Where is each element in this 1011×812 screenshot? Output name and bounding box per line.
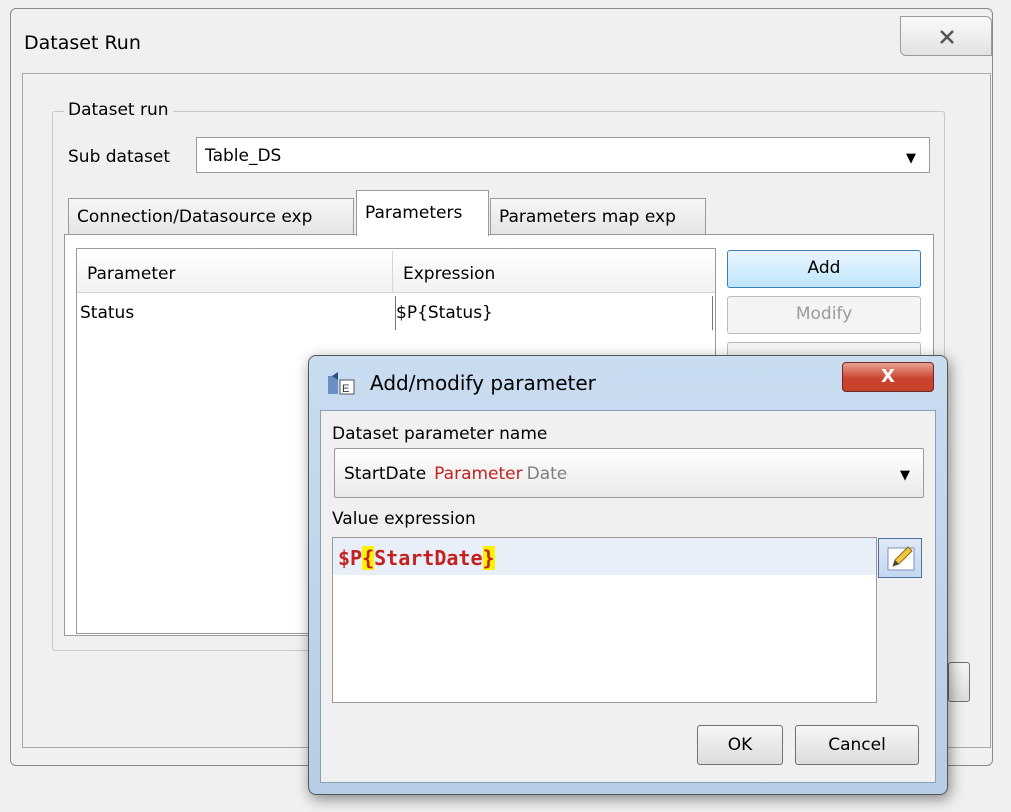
group-label: Dataset run [64, 100, 173, 120]
add-button[interactable]: Add [727, 250, 921, 288]
tab-parameters-map[interactable]: Parameters map exp [490, 198, 706, 234]
dropdown-arrow-icon[interactable]: ▼ [906, 151, 916, 166]
svg-text:E: E [342, 383, 349, 395]
value-expression-label: Value expression [332, 509, 476, 529]
parameter-app-icon: E [326, 372, 356, 398]
cell-divider [712, 296, 713, 330]
dropdown-arrow-icon[interactable]: ▼ [900, 468, 910, 483]
parameter-name: StartDate [344, 464, 427, 484]
expression-body: StartDate [374, 546, 483, 570]
ok-button[interactable]: OK [697, 725, 783, 765]
inner-dialog-title: Add/modify parameter [370, 371, 596, 395]
table-cell-expression[interactable]: $P{Status} [396, 303, 493, 323]
column-header-parameter[interactable]: Parameter [77, 251, 393, 293]
dialog-title: Dataset Run [24, 32, 141, 54]
close-icon [940, 30, 954, 44]
tab-parameters[interactable]: Parameters [356, 190, 489, 236]
table-cell-parameter[interactable]: Status [80, 303, 134, 323]
expression-close-brace: } [482, 546, 495, 570]
column-header-expression[interactable]: Expression [393, 251, 715, 293]
outer-dialog-button[interactable] [948, 662, 970, 702]
parameter-kind: Parameter [434, 464, 523, 484]
close-icon: X [881, 366, 895, 387]
cancel-button[interactable]: Cancel [795, 725, 919, 765]
expression-open-brace: { [362, 546, 375, 570]
pencil-icon [887, 546, 915, 571]
expression-text: $P{StartDate} [338, 546, 495, 570]
expression-prefix: $P [338, 546, 363, 570]
sub-dataset-label: Sub dataset [68, 147, 171, 167]
expression-editor-button[interactable] [878, 538, 922, 578]
parameter-type: Date [526, 464, 568, 484]
dialog-close-button[interactable] [900, 16, 992, 56]
sub-dataset-select[interactable] [196, 137, 930, 173]
dataset-parameter-value: StartDate Parameter Date [344, 464, 567, 484]
inner-close-button[interactable]: X [842, 362, 934, 392]
tab-connection-datasource[interactable]: Connection/Datasource exp [68, 198, 354, 234]
dataset-parameter-name-label: Dataset parameter name [332, 424, 548, 444]
modify-button[interactable]: Modify [727, 296, 921, 334]
sub-dataset-value: Table_DS [205, 146, 282, 166]
